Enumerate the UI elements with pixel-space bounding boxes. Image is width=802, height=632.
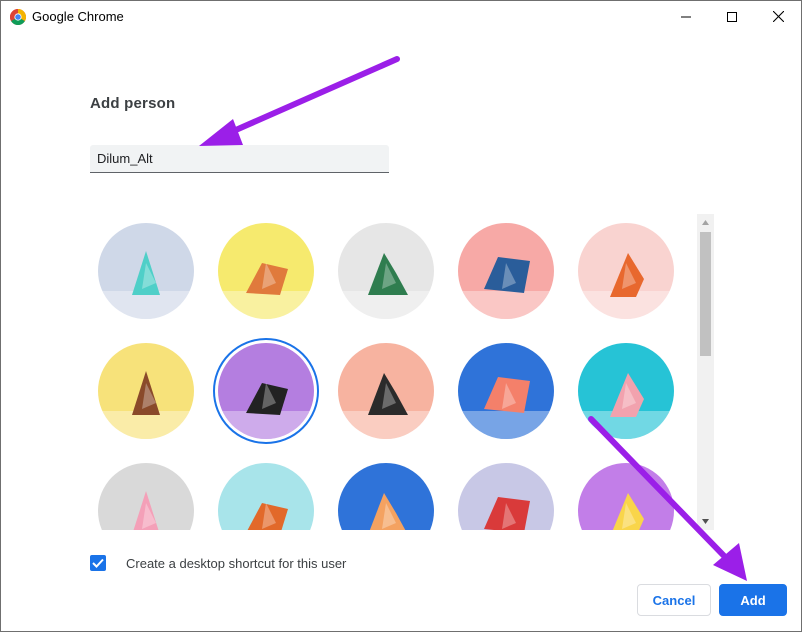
basketball-icon	[218, 463, 314, 530]
origami-fox-avatar[interactable]	[578, 223, 674, 319]
add-button[interactable]: Add	[719, 584, 787, 616]
person-name-input[interactable]	[90, 145, 389, 173]
scroll-down-arrow-icon	[702, 519, 709, 524]
origami-fox-icon	[578, 223, 674, 319]
desktop-shortcut-checkbox[interactable]	[90, 555, 106, 571]
annotation-arrow-to-name	[199, 56, 400, 146]
close-button[interactable]	[755, 1, 801, 32]
dialog-heading: Add person	[90, 95, 176, 112]
avatar-scrollbar[interactable]	[697, 214, 714, 530]
origami-penguin-icon	[338, 343, 434, 439]
maximize-button[interactable]	[709, 1, 755, 32]
minimize-button[interactable]	[663, 1, 709, 32]
origami-elephant-icon	[458, 223, 554, 319]
origami-rabbit-icon	[578, 343, 674, 439]
origami-butterfly-icon	[458, 343, 554, 439]
window-title: Google Chrome	[32, 9, 124, 24]
origami-panda-avatar[interactable]	[213, 338, 319, 444]
origami-monkey-icon	[98, 343, 194, 439]
origami-unicorn-icon	[98, 463, 194, 530]
desktop-shortcut-label: Create a desktop shortcut for this user	[126, 556, 347, 571]
cheese-avatar[interactable]	[578, 463, 674, 530]
origami-penguin-avatar[interactable]	[338, 343, 434, 439]
origami-cat-icon	[98, 223, 194, 319]
scroll-up-arrow-icon	[702, 220, 709, 225]
origami-corgi-icon	[218, 223, 314, 319]
origami-panda-icon	[218, 343, 314, 439]
basketball-avatar[interactable]	[218, 463, 314, 530]
origami-monkey-avatar[interactable]	[98, 343, 194, 439]
checkmark-icon	[92, 558, 104, 568]
chrome-logo-icon	[10, 9, 26, 25]
origami-corgi-avatar[interactable]	[218, 223, 314, 319]
scroll-up-button[interactable]	[697, 214, 714, 231]
cheese-icon	[578, 463, 674, 530]
avatar-picker	[90, 214, 697, 530]
origami-bird-avatar[interactable]	[458, 463, 554, 530]
bicycle-icon	[338, 463, 434, 530]
origami-dragon-icon	[338, 223, 434, 319]
close-icon	[772, 11, 784, 22]
origami-rabbit-avatar[interactable]	[578, 343, 674, 439]
bicycle-avatar[interactable]	[338, 463, 434, 530]
title-bar: Google Chrome	[1, 1, 801, 32]
maximize-icon	[727, 11, 737, 22]
origami-dragon-avatar[interactable]	[338, 223, 434, 319]
origami-unicorn-avatar[interactable]	[98, 463, 194, 530]
scroll-down-button[interactable]	[697, 513, 714, 530]
cancel-button[interactable]: Cancel	[637, 584, 711, 616]
scroll-thumb[interactable]	[700, 232, 711, 356]
origami-bird-icon	[458, 463, 554, 530]
chrome-window: Google Chrome Add person Create a deskto…	[0, 0, 802, 632]
origami-elephant-avatar[interactable]	[458, 223, 554, 319]
minimize-icon	[681, 16, 691, 17]
origami-butterfly-avatar[interactable]	[458, 343, 554, 439]
origami-cat-avatar[interactable]	[98, 223, 194, 319]
